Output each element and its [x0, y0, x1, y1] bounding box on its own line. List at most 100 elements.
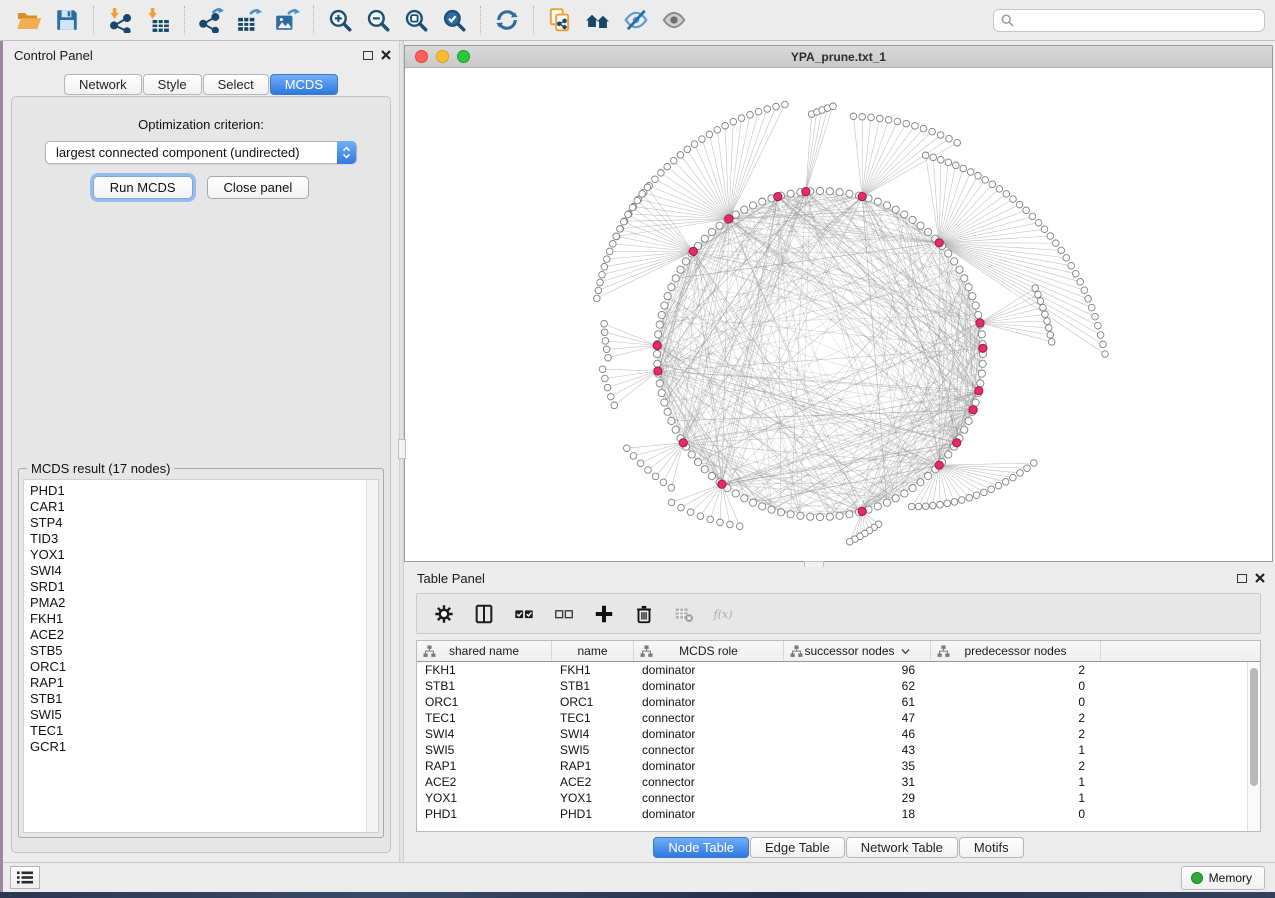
- svg-text:f(x): f(x): [713, 607, 733, 620]
- zoom-out-button[interactable]: [359, 4, 397, 36]
- table-cell: 2: [931, 663, 1101, 677]
- mcds-result-item[interactable]: SWI5: [30, 707, 378, 723]
- first-neighbors-button[interactable]: [579, 4, 617, 36]
- show-hidden-button[interactable]: [655, 4, 693, 36]
- zoom-in-button[interactable]: [321, 4, 359, 36]
- table-row[interactable]: FKH1FKH1dominator962: [417, 662, 1260, 678]
- tab-mcds[interactable]: MCDS: [270, 74, 338, 95]
- table-body[interactable]: FKH1FKH1dominator962STB1STB1dominator620…: [417, 662, 1260, 822]
- function-builder-button[interactable]: f(x): [707, 598, 741, 630]
- mcds-result-item[interactable]: STB5: [30, 643, 378, 659]
- mcds-result-item[interactable]: CAR1: [30, 499, 378, 515]
- table-scrollbar[interactable]: [1247, 662, 1260, 831]
- column-header-successor-nodes[interactable]: successor nodes: [784, 641, 931, 661]
- mcds-result-item[interactable]: PMA2: [30, 595, 378, 611]
- result-scrollbar[interactable]: [366, 480, 378, 832]
- mcds-result-item[interactable]: RAP1: [30, 675, 378, 691]
- save-icon: [54, 7, 80, 33]
- table-row[interactable]: PHD1PHD1dominator180: [417, 806, 1260, 822]
- zoom-selected-button[interactable]: [435, 4, 473, 36]
- save-session-button[interactable]: [48, 4, 86, 36]
- table-row[interactable]: STB1STB1dominator620: [417, 678, 1260, 694]
- memory-button[interactable]: Memory: [1181, 866, 1265, 890]
- tab-style[interactable]: Style: [143, 74, 202, 95]
- splitter-grip[interactable]: [398, 439, 406, 459]
- mcds-result-item[interactable]: ORC1: [30, 659, 378, 675]
- mcds-result-item[interactable]: STB1: [30, 691, 378, 707]
- tab-select[interactable]: Select: [203, 74, 269, 95]
- mcds-result-item[interactable]: TID3: [30, 531, 378, 547]
- mcds-result-item[interactable]: FKH1: [30, 611, 378, 627]
- scrollbar-thumb[interactable]: [1250, 668, 1258, 786]
- delete-column-button[interactable]: [627, 598, 661, 630]
- delete-table-button[interactable]: [667, 598, 701, 630]
- mcds-result-item[interactable]: PHD1: [30, 483, 378, 499]
- toolbar-divider: [533, 6, 534, 34]
- float-panel-icon[interactable]: [363, 51, 373, 60]
- mcds-result-list[interactable]: PHD1CAR1STP4TID3YOX1SWI4SRD1PMA2FKH1ACE2…: [23, 479, 379, 833]
- hide-selected-button[interactable]: [617, 4, 655, 36]
- eye-slash-icon: [623, 7, 649, 33]
- mcds-result-item[interactable]: GCR1: [30, 739, 378, 755]
- table-row[interactable]: ACE2ACE2connector311: [417, 774, 1260, 790]
- network-canvas[interactable]: [405, 68, 1272, 561]
- mcds-result-item[interactable]: ACE2: [30, 627, 378, 643]
- table-cell: STB1: [552, 679, 634, 693]
- tab-node-table[interactable]: Node Table: [653, 837, 749, 858]
- tab-edge-table[interactable]: Edge Table: [750, 837, 845, 858]
- create-column-button[interactable]: [587, 598, 621, 630]
- task-history-button[interactable]: [10, 866, 40, 889]
- float-panel-icon[interactable]: [1237, 574, 1247, 583]
- close-panel-button[interactable]: Close panel: [207, 176, 310, 199]
- close-panel-icon[interactable]: [1255, 573, 1265, 583]
- open-file-button[interactable]: [10, 4, 48, 36]
- run-mcds-button[interactable]: Run MCDS: [93, 176, 193, 199]
- column-header-shared-name[interactable]: shared name: [417, 641, 552, 661]
- export-image-icon: [274, 7, 300, 33]
- criterion-select[interactable]: largest connected component (undirected): [45, 141, 357, 164]
- node-table[interactable]: shared name name MCDS role: [416, 640, 1261, 832]
- toolbar-divider: [480, 6, 481, 34]
- table-row[interactable]: SWI4SWI4dominator462: [417, 726, 1260, 742]
- close-panel-icon[interactable]: [381, 50, 391, 60]
- mcds-result-item[interactable]: SWI4: [30, 563, 378, 579]
- export-network-button[interactable]: [192, 4, 230, 36]
- hierarchy-icon: [790, 645, 803, 658]
- import-table-button[interactable]: [139, 4, 177, 36]
- deselect-all-columns-button[interactable]: [547, 598, 581, 630]
- tab-network[interactable]: Network: [64, 74, 142, 95]
- table-settings-button[interactable]: [427, 598, 461, 630]
- network-view-titlebar[interactable]: YPA_prune.txt_1: [405, 46, 1272, 68]
- houses-icon: [585, 7, 611, 33]
- table-row[interactable]: YOX1YOX1connector291: [417, 790, 1260, 806]
- mcds-result-item[interactable]: TEC1: [30, 723, 378, 739]
- table-row[interactable]: ORC1ORC1dominator610: [417, 694, 1260, 710]
- split-table-view-button[interactable]: [467, 598, 501, 630]
- table-cell: 2: [931, 711, 1101, 725]
- export-table-button[interactable]: [230, 4, 268, 36]
- table-cell: TEC1: [417, 711, 552, 725]
- select-all-columns-button[interactable]: [507, 598, 541, 630]
- column-header-mcds-role[interactable]: MCDS role: [634, 641, 784, 661]
- column-header-predecessor-nodes[interactable]: predecessor nodes: [931, 641, 1101, 661]
- mcds-result-item[interactable]: STP4: [30, 515, 378, 531]
- column-label: name: [577, 644, 607, 658]
- tab-network-table[interactable]: Network Table: [846, 837, 958, 858]
- export-image-button[interactable]: [268, 4, 306, 36]
- table-row[interactable]: SWI5SWI5connector431: [417, 742, 1260, 758]
- mcds-result-item[interactable]: SRD1: [30, 579, 378, 595]
- table-row[interactable]: TEC1TEC1connector472: [417, 710, 1260, 726]
- network-graph[interactable]: [405, 68, 1272, 561]
- zoom-fit-button[interactable]: [397, 4, 435, 36]
- duplicate-network-button[interactable]: [541, 4, 579, 36]
- table-cell: 61: [784, 695, 931, 709]
- refresh-view-button[interactable]: [488, 4, 526, 36]
- mcds-result-item[interactable]: YOX1: [30, 547, 378, 563]
- tab-motifs[interactable]: Motifs: [959, 837, 1024, 858]
- import-network-button[interactable]: [101, 4, 139, 36]
- table-header-row: shared name name MCDS role: [417, 641, 1260, 662]
- column-header-name[interactable]: name: [552, 641, 634, 661]
- search-input[interactable]: [993, 9, 1265, 32]
- table-cell: ACE2: [552, 775, 634, 789]
- table-row[interactable]: RAP1RAP1dominator352: [417, 758, 1260, 774]
